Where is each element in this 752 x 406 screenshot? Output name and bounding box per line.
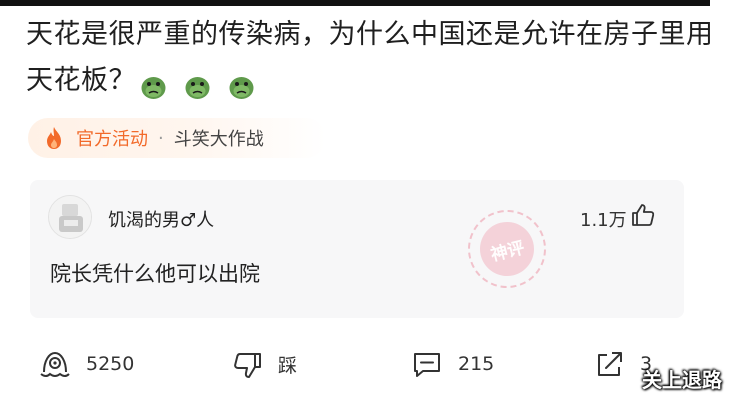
top-comment-card[interactable]: 饥渴的男♂人 神评 1.1万 院长凭什么他可以出院 (30, 180, 684, 318)
question-title-text: 天花是很严重的传染病，为什么中国还是允许在房子里用天花板？ (26, 19, 714, 96)
dinosaur-emoji-icon (140, 69, 167, 99)
activity-label: 官方活动 (76, 129, 148, 150)
comment-username[interactable]: 饥渴的男♂人 (108, 206, 214, 232)
dislike-button[interactable]: 踩 (230, 344, 297, 384)
question-title[interactable]: 天花是很严重的传染病，为什么中国还是允许在房子里用天花板？ (26, 12, 716, 105)
watermark-text: 关上退路 (642, 368, 722, 392)
comment-button[interactable]: 215 (410, 344, 494, 384)
comment-count: 215 (458, 353, 495, 375)
activity-tag[interactable]: 官方活动 · 斗笑大作战 (28, 118, 326, 158)
action-bar: 5250 踩 215 3 (0, 340, 752, 390)
comment-text[interactable]: 院长凭什么他可以出院 (50, 258, 260, 288)
activity-name: 斗笑大作战 (173, 129, 264, 150)
dinosaur-emoji-icon (228, 69, 255, 99)
reward-button[interactable]: 5250 (38, 344, 134, 384)
dinosaur-emoji-icon (184, 69, 211, 99)
thumbs-down-icon (234, 353, 261, 378)
thumbs-up-icon[interactable] (630, 202, 656, 228)
avatar[interactable] (48, 195, 92, 239)
activity-separator: · (158, 127, 164, 149)
hot-comment-stamp: 神评 (459, 201, 555, 297)
stamp-label: 神评 (474, 216, 540, 282)
fire-icon (47, 127, 61, 149)
comment-icon (414, 353, 440, 377)
share-icon (598, 352, 622, 376)
emoji-row (140, 59, 263, 105)
like-count: 1.1万 (580, 210, 627, 231)
dislike-label: 踩 (278, 354, 298, 377)
top-edge-bar (0, 0, 710, 6)
reward-count: 5250 (86, 353, 135, 375)
reward-icon (40, 351, 70, 377)
